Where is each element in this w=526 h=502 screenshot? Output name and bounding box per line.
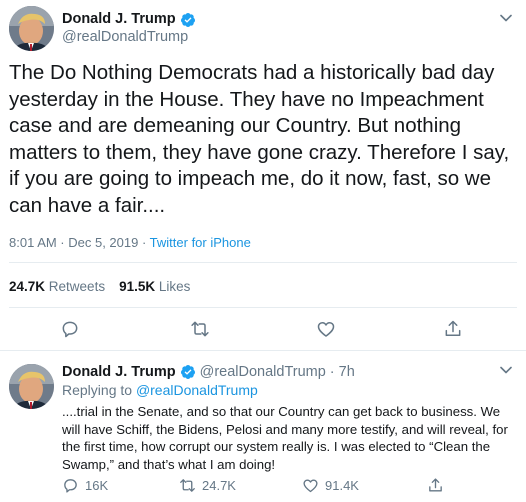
retweets-count: 24.7K (9, 279, 46, 294)
share-icon (445, 320, 461, 336)
replying-to: Replying to @realDonaldTrump (62, 382, 258, 399)
reply-text: ....trial in the Senate, and so that our… (62, 404, 508, 472)
retweet-icon (191, 321, 209, 337)
tweet-meta: 8:01 AM · Dec 5, 2019 · Twitter for iPho… (9, 235, 251, 251)
likes-label: Likes (158, 279, 191, 294)
reply-button[interactable] (59, 318, 81, 340)
reply-reply-button[interactable]: 16K (62, 476, 108, 494)
likes-stat[interactable]: 91.5K Likes (119, 279, 190, 294)
tweet-timestamp[interactable]: 8:01 AM · Dec 5, 2019 · (9, 235, 150, 250)
author-name-text[interactable]: Donald J. Trump (62, 11, 176, 28)
verified-badge-icon (180, 365, 195, 379)
retweet-count: 24.7K (202, 477, 236, 493)
tweet-source[interactable]: Twitter for iPhone (150, 235, 251, 250)
reply-author-avatar[interactable] (9, 364, 54, 409)
replying-to-link[interactable]: @realDonaldTrump (136, 382, 258, 398)
reply-author-handle[interactable]: @realDonaldTrump (200, 363, 326, 381)
like-icon (317, 322, 335, 337)
author-avatar[interactable] (9, 6, 54, 51)
reply-tweet[interactable]: Donald J. Trump @realDonaldTrump · 7h Re… (0, 351, 526, 502)
verified-badge-icon (180, 12, 195, 27)
author-handle[interactable]: @realDonaldTrump (62, 29, 188, 46)
replying-to-prefix: Replying to (62, 382, 136, 398)
retweet-button[interactable] (189, 318, 211, 340)
avatar-image (9, 364, 54, 409)
reply-icon (64, 478, 77, 493)
like-count: 91.4K (325, 477, 359, 493)
tweet-text: The Do Nothing Democrats had a historica… (9, 61, 510, 217)
tweet-stats: 24.7K Retweets 91.5K Likes (9, 279, 190, 295)
reply-author-name[interactable]: Donald J. Trump (62, 363, 176, 381)
main-tweet: Donald J. Trump @realDonaldTrump The Do … (0, 0, 526, 351)
like-button[interactable] (315, 318, 337, 340)
retweet-icon (180, 478, 195, 492)
divider (9, 262, 517, 263)
reply-retweet-button[interactable]: 24.7K (179, 476, 236, 494)
chevron-down-icon[interactable] (499, 363, 513, 377)
reply-time[interactable]: · 7h (330, 363, 355, 381)
chevron-down-icon[interactable] (499, 11, 513, 25)
retweets-label: Retweets (48, 279, 106, 294)
share-icon (429, 477, 442, 491)
share-button[interactable] (442, 318, 464, 340)
reply-like-button[interactable]: 91.4K (302, 476, 359, 494)
author-name[interactable]: Donald J. Trump (62, 11, 196, 28)
divider (9, 307, 517, 308)
reply-icon (62, 321, 78, 338)
reply-share-button[interactable] (427, 476, 444, 494)
retweets-stat[interactable]: 24.7K Retweets (9, 279, 105, 294)
reply-header: Donald J. Trump @realDonaldTrump · 7h (62, 363, 355, 381)
avatar-image (9, 6, 54, 51)
reply-count: 16K (85, 477, 109, 493)
like-icon (303, 479, 318, 492)
likes-count: 91.5K (119, 279, 156, 294)
